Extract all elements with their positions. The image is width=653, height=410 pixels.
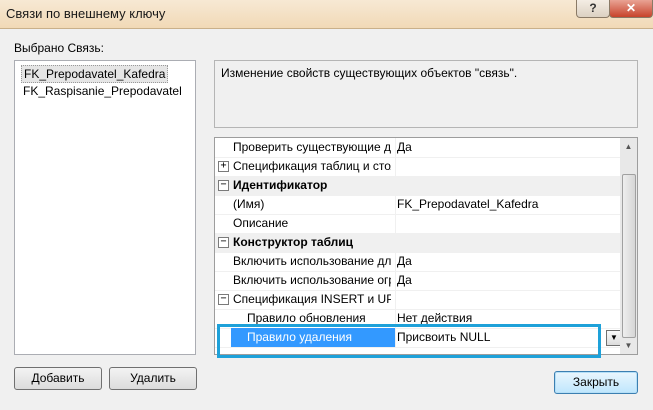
property-name: Конструктор таблиц	[233, 235, 354, 249]
close-button[interactable]: Закрыть	[554, 371, 638, 394]
property-grid[interactable]: Проверить существующие да Да + Спецификация…	[214, 137, 638, 355]
collapse-icon[interactable]: −	[218, 237, 229, 248]
property-name: Включить использование для	[233, 254, 391, 268]
property-row[interactable]: Включить использование для Да	[215, 252, 620, 272]
property-row[interactable]: Включить использование огр Да	[215, 271, 620, 291]
add-button[interactable]: Добавить	[14, 367, 102, 390]
description-panel: Изменение свойств существующих объектов …	[214, 60, 638, 128]
help-button[interactable]: ?	[576, 0, 610, 18]
description-text: Изменение свойств существующих объектов …	[221, 66, 518, 80]
delete-button[interactable]: Удалить	[109, 367, 197, 390]
property-row[interactable]: −Спецификация INSERT и UPDA	[215, 290, 620, 310]
relationship-item[interactable]: FK_Raspisanie_Prepodavatel	[21, 83, 184, 99]
column-divider	[395, 157, 396, 176]
property-name: Идентификатор	[233, 178, 328, 192]
property-value[interactable]: Да	[397, 140, 597, 154]
scroll-up-icon[interactable]: ▲	[620, 138, 637, 155]
property-value[interactable]: Да	[397, 273, 597, 287]
property-row[interactable]: Описание	[215, 214, 620, 234]
property-name: (Имя)	[233, 197, 265, 211]
property-name: Спецификация таблиц и стол	[233, 159, 391, 173]
title-bar: Связи по внешнему ключу ? ✕	[0, 0, 653, 29]
column-divider	[395, 214, 396, 233]
column-divider	[395, 271, 396, 290]
property-value[interactable]: Нет действия	[397, 311, 597, 325]
column-divider	[395, 138, 396, 157]
property-row[interactable]: Проверить существующие да Да	[215, 138, 620, 158]
close-window-button[interactable]: ✕	[609, 0, 653, 18]
property-name: Проверить существующие да	[233, 140, 391, 154]
property-name: Описание	[233, 216, 289, 230]
expand-icon[interactable]: +	[218, 161, 229, 172]
scroll-down-icon[interactable]: ▼	[620, 337, 637, 354]
window-title: Связи по внешнему ключу	[6, 6, 166, 21]
relationship-item[interactable]: FK_Prepodavatel_Kafedra	[21, 65, 169, 83]
column-divider	[395, 195, 396, 214]
property-name: Включить использование огр	[233, 273, 391, 287]
relationship-list[interactable]: FK_Prepodavatel_Kafedra FK_Raspisanie_Pr…	[14, 60, 196, 355]
scroll-thumb[interactable]	[622, 174, 636, 338]
property-row[interactable]: − Конструктор таблиц	[215, 233, 620, 253]
property-name: Правило обновления	[247, 311, 366, 325]
property-name: Спецификация INSERT и UPDA	[233, 292, 391, 306]
property-row[interactable]: + Спецификация таблиц и стол	[215, 157, 620, 177]
selected-relationship-label: Выбрано Связь:	[14, 41, 104, 55]
property-row[interactable]: − Идентификатор	[215, 176, 620, 196]
collapse-icon[interactable]: −	[218, 180, 229, 191]
vertical-scrollbar[interactable]: ▲ ▼	[620, 138, 637, 354]
collapse-icon[interactable]: −	[218, 294, 229, 305]
column-divider	[395, 290, 396, 309]
column-divider	[395, 252, 396, 271]
property-value[interactable]: Да	[397, 254, 597, 268]
highlight-box	[217, 324, 601, 358]
property-row[interactable]: (Имя) FK_Prepodavatel_Kafedra	[215, 195, 620, 215]
property-value[interactable]: FK_Prepodavatel_Kafedra	[397, 197, 597, 211]
